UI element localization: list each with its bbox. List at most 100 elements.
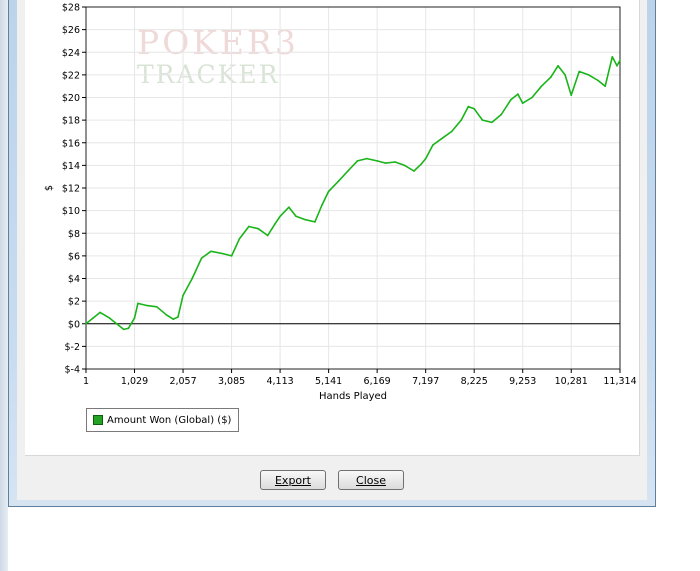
x-tick-label: 9,253 [509,376,536,387]
y-tick-label: $6 [68,251,80,262]
data-point [108,317,111,319]
x-tick-label: 4,113 [266,376,293,387]
data-point [473,108,475,110]
legend-label: Amount Won (Global) ($) [107,414,232,426]
data-point [172,318,175,321]
y-tick-label: $8 [68,229,80,240]
data-point [337,180,340,183]
y-tick-label: $22 [62,70,80,81]
data-point [578,70,581,73]
data-point [394,161,396,163]
data-point [85,322,87,325]
export-button-label: Export [274,473,311,487]
y-tick-label: $28 [62,3,80,14]
legend-swatch-icon [93,415,103,425]
data-point [531,96,533,99]
y-tick-label: $24 [62,48,80,59]
data-point [616,65,618,67]
data-point [200,257,203,259]
data-point [127,327,130,330]
close-button[interactable]: Close [338,470,404,490]
data-point [137,302,139,305]
x-tick-label: 5,141 [315,376,342,387]
data-point [403,164,406,167]
data-point [570,94,573,97]
y-tick-label: $14 [62,161,80,172]
data-point [327,190,330,193]
data-point [540,85,543,87]
data-point [165,313,167,316]
x-tick-label: 3,085 [218,376,245,387]
x-tick-label: 1 [83,376,89,387]
data-point [384,162,387,164]
data-point [450,130,453,133]
data-point [376,160,378,162]
data-point [155,305,158,308]
y-tick-label: $12 [62,184,80,195]
x-axis-title: Hands Played [319,391,387,402]
data-point [491,121,493,124]
x-tick-label: 11,314 [603,376,636,387]
chart-panel: POKER3 TRACKER $-4 $-2 $0 $2 $4 $6 $8 $10 $12 $14… [25,0,640,456]
data-point [587,74,590,76]
y-tick-label: $26 [62,25,80,36]
data-point [500,113,503,116]
data-point [441,137,444,140]
data-point [210,250,212,253]
data-point [222,252,224,255]
data-point [122,328,125,331]
data-point [99,311,101,314]
data-point [424,157,427,160]
data-point [521,102,524,104]
data-point [347,170,349,172]
data-point [366,157,368,160]
data-point [420,163,422,166]
y-tick-label: $20 [62,93,80,104]
data-point [115,322,118,325]
data-point [182,294,184,297]
x-tick-label: 2,057 [169,376,196,387]
x-tick-label: 1,029 [121,376,148,387]
export-button[interactable]: Export [260,470,326,490]
data-point [133,317,136,319]
data-point [517,93,519,95]
close-button-label: Close [356,473,386,487]
data-point [611,55,614,58]
x-tick-label: 8,225 [461,376,488,387]
data-point [467,105,470,108]
data-point [557,65,559,67]
data-point [356,160,359,162]
y-tick-label: $18 [62,116,80,127]
y-tick-label: $16 [62,138,80,149]
y-tick-label: $-2 [64,342,80,353]
chart-legend: Amount Won (Global) ($) [86,408,240,432]
data-point [273,223,276,225]
x-tick-label: 7,197 [412,376,439,387]
data-point [564,74,566,76]
data-point [92,317,94,319]
data-point [266,234,269,237]
y-axis-title: $ [44,185,55,191]
data-point [550,76,552,78]
data-point [597,79,599,82]
data-point [177,316,179,318]
data-point [238,238,241,240]
x-tick-label: 10,281 [555,376,588,387]
data-point [432,144,434,146]
y-tick-label: $4 [68,274,80,285]
data-point [460,119,463,121]
data-point [413,170,415,172]
data-point [191,277,193,280]
y-tick-label: $2 [68,297,80,308]
data-point [279,215,281,218]
data-point [619,59,621,61]
data-point [314,221,316,223]
desktop-left-edge [0,0,8,571]
data-point [321,204,323,206]
data-point [509,98,512,101]
data-point [604,85,606,87]
line-chart: $-4 $-2 $0 $2 $4 $6 $8 $10 $12 $14 $16 $18 $20 $22 $24… [44,3,637,403]
y-tick-label: $10 [62,206,80,217]
data-point [146,304,149,307]
y-tick-label: $0 [68,319,80,330]
